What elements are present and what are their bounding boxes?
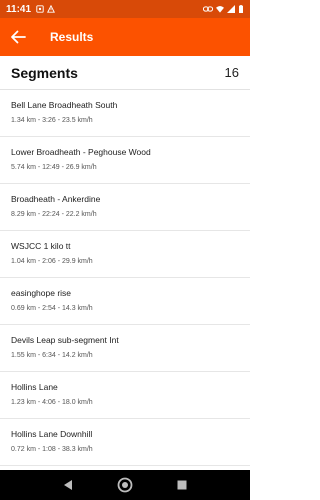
segment-row[interactable]: Hollins Lane Downhill 0.72 km - 1:08 - 3… [0,419,250,466]
nav-home-button[interactable] [115,475,135,495]
segment-stats: 5.74 km - 12:49 - 26.9 km/h [11,164,97,171]
segment-name: Devils Leap sub-segment Int [11,335,119,345]
segment-stats: 1.55 km - 6:34 - 14.2 km/h [11,352,93,359]
segment-name: Hollins Lane [11,382,58,392]
segment-name: easinghope rise [11,288,72,298]
segment-list[interactable]: Bell Lane Broadheath South 1.34 km - 3:2… [0,90,250,470]
segment-row[interactable]: Hollins Lane 1.23 km - 4:06 - 18.0 km/h [0,372,250,419]
status-bar: 11:41 [0,0,250,18]
wifi-icon [216,6,224,13]
battery-icon [239,5,243,13]
segment-row[interactable]: easinghope rise 0.69 km - 2:54 - 14.3 km… [0,278,250,325]
segment-stats: 0.69 km - 2:54 - 14.3 km/h [11,305,93,312]
segment-name: Broadheath - Ankerdine [11,194,101,204]
segment-row[interactable]: Lower Broadheath - Peghouse Wood 5.74 km… [0,137,250,184]
segment-stats: 1.23 km - 4:06 - 18.0 km/h [11,399,93,406]
signal-icon [227,5,235,13]
nav-back-button[interactable] [58,475,78,495]
status-right-icons [203,5,244,13]
back-arrow-icon [11,30,26,44]
notification-icon [36,5,44,13]
segment-name: WSJCC 1 kilo tt [11,241,71,251]
recents-square-icon [177,480,187,490]
segment-row[interactable]: Devils Leap sub-segment Int 1.55 km - 6:… [0,325,250,372]
status-left-icons [36,5,56,13]
app-bar: Results [0,18,250,56]
segment-name: Lower Broadheath - Peghouse Wood [11,147,151,157]
segment-name: Bell Lane Broadheath South [11,100,118,110]
segment-row[interactable]: Bell Lane Broadheath South 1.34 km - 3:2… [0,90,250,137]
segment-name: Hollins Lane Downhill [11,429,93,439]
back-button[interactable] [0,18,36,56]
status-time: 11:41 [6,3,32,15]
page-title: Results [50,30,94,44]
segments-count: 16 [224,65,239,80]
segment-stats: 1.04 km - 2:06 - 29.9 km/h [11,258,93,265]
link-icon [203,6,213,12]
system-nav-bar [0,470,250,500]
back-triangle-icon [64,480,73,490]
segment-stats: 1.34 km - 3:26 - 23.5 km/h [11,117,93,124]
segment-stats: 8.29 km - 22:24 - 22.2 km/h [11,211,97,218]
segment-stats: 0.72 km - 1:08 - 38.3 km/h [11,446,93,453]
segments-header: Segments 16 [0,56,250,90]
segment-row[interactable]: Broadheath - Ankerdine 8.29 km - 22:24 -… [0,184,250,231]
segments-title: Segments [11,64,78,81]
segment-row[interactable]: WSJCC 1 kilo tt 1.04 km - 2:06 - 29.9 km… [0,231,250,278]
home-circle-icon [117,477,133,493]
nav-recents-button[interactable] [172,475,192,495]
warning-icon [47,5,56,13]
